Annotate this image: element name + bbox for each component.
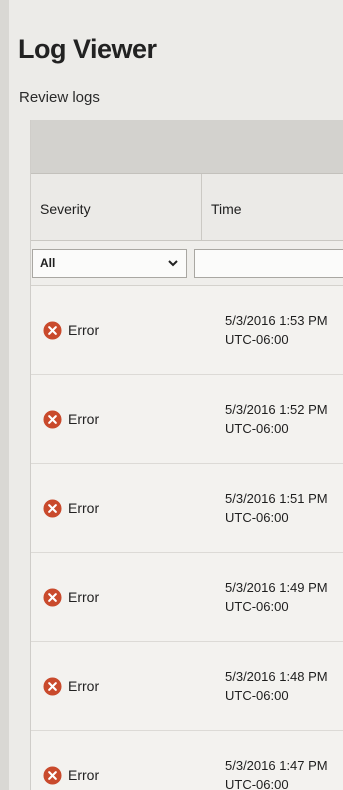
table-row[interactable]: Error 5/3/2016 1:51 PM UTC-06:00 bbox=[31, 464, 343, 553]
time-cell: 5/3/2016 1:49 PM UTC-06:00 bbox=[202, 553, 343, 641]
time-cell: 5/3/2016 1:53 PM UTC-06:00 bbox=[202, 286, 343, 374]
time-filter-input[interactable] bbox=[194, 248, 343, 278]
error-icon bbox=[43, 320, 62, 340]
column-header-row: Severity Time bbox=[31, 174, 343, 241]
severity-label: Error bbox=[68, 767, 100, 783]
severity-label: Error bbox=[68, 678, 100, 694]
time-date: 5/3/2016 1:49 PM bbox=[225, 580, 328, 595]
page-title: Log Viewer bbox=[18, 34, 157, 64]
filter-row: All bbox=[31, 241, 343, 286]
error-icon bbox=[43, 498, 62, 518]
log-grid: Severity Time All Error 5/3/2016 1:53 PM… bbox=[30, 120, 343, 790]
time-date: 5/3/2016 1:52 PM bbox=[225, 402, 328, 417]
error-icon bbox=[43, 409, 62, 429]
time-cell: 5/3/2016 1:52 PM UTC-06:00 bbox=[202, 375, 343, 463]
table-row[interactable]: Error 5/3/2016 1:53 PM UTC-06:00 bbox=[31, 286, 343, 375]
chevron-down-icon bbox=[168, 259, 178, 266]
severity-label: Error bbox=[68, 322, 100, 338]
severity-filter-value: All bbox=[40, 255, 56, 270]
column-header-severity[interactable]: Severity bbox=[31, 174, 202, 240]
severity-cell: Error bbox=[31, 731, 202, 790]
severity-label: Error bbox=[68, 589, 100, 605]
severity-label: Error bbox=[68, 411, 100, 427]
time-zone: UTC-06:00 bbox=[225, 510, 289, 525]
time-zone: UTC-06:00 bbox=[225, 599, 289, 614]
severity-label: Error bbox=[68, 500, 100, 516]
time-zone: UTC-06:00 bbox=[225, 332, 289, 347]
table-row[interactable]: Error 5/3/2016 1:49 PM UTC-06:00 bbox=[31, 553, 343, 642]
table-row[interactable]: Error 5/3/2016 1:48 PM UTC-06:00 bbox=[31, 642, 343, 731]
table-row[interactable]: Error 5/3/2016 1:52 PM UTC-06:00 bbox=[31, 375, 343, 464]
time-date: 5/3/2016 1:47 PM bbox=[225, 758, 328, 773]
severity-cell: Error bbox=[31, 375, 202, 463]
severity-cell: Error bbox=[31, 464, 202, 552]
error-icon bbox=[43, 676, 62, 696]
severity-filter-select[interactable]: All bbox=[32, 248, 187, 278]
error-icon bbox=[43, 587, 62, 607]
log-rows: Error 5/3/2016 1:53 PM UTC-06:00 Error 5… bbox=[31, 286, 343, 790]
table-row[interactable]: Error 5/3/2016 1:47 PM UTC-06:00 bbox=[31, 731, 343, 790]
time-date: 5/3/2016 1:51 PM bbox=[225, 491, 328, 506]
severity-cell: Error bbox=[31, 642, 202, 730]
time-zone: UTC-06:00 bbox=[225, 421, 289, 436]
column-header-time[interactable]: Time bbox=[202, 174, 343, 240]
severity-cell: Error bbox=[31, 553, 202, 641]
time-cell: 5/3/2016 1:51 PM UTC-06:00 bbox=[202, 464, 343, 552]
time-cell: 5/3/2016 1:48 PM UTC-06:00 bbox=[202, 642, 343, 730]
error-icon bbox=[43, 765, 62, 785]
time-zone: UTC-06:00 bbox=[225, 688, 289, 703]
severity-cell: Error bbox=[31, 286, 202, 374]
grid-toolbar bbox=[31, 120, 343, 174]
time-date: 5/3/2016 1:48 PM bbox=[225, 669, 328, 684]
time-zone: UTC-06:00 bbox=[225, 777, 289, 790]
page-subtitle: Review logs bbox=[19, 89, 100, 106]
time-cell: 5/3/2016 1:47 PM UTC-06:00 bbox=[202, 731, 343, 790]
time-date: 5/3/2016 1:53 PM bbox=[225, 313, 328, 328]
page-edge bbox=[0, 0, 9, 790]
